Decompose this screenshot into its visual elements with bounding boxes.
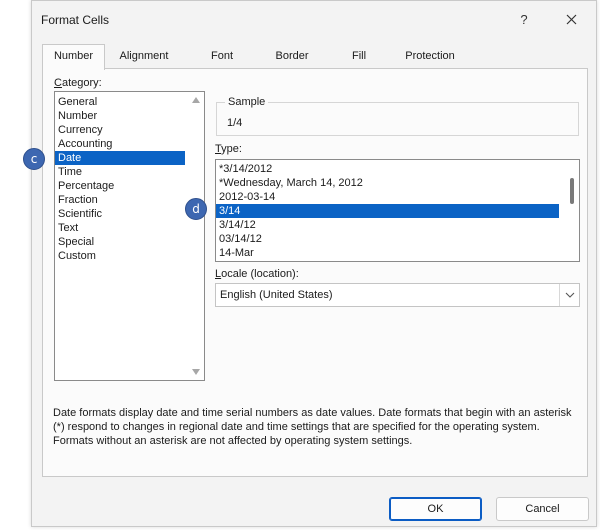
scroll-up-arrow-icon[interactable] <box>192 97 200 103</box>
list-item[interactable]: 2012-03-14 <box>216 190 559 204</box>
dropdown-button[interactable] <box>559 284 579 306</box>
list-item[interactable]: 14-Mar <box>216 246 559 260</box>
list-item[interactable]: 03/14/12 <box>216 232 559 246</box>
sample-group: 1/4 <box>216 102 579 136</box>
list-item[interactable]: Text <box>55 221 185 235</box>
list-item-selected[interactable]: 3/14 <box>216 204 559 218</box>
list-item[interactable]: *3/14/2012 <box>216 162 559 176</box>
list-item[interactable]: Special <box>55 235 185 249</box>
type-label: Type: <box>215 143 242 155</box>
locale-label: Locale (location): <box>215 268 299 280</box>
close-icon <box>566 14 576 25</box>
tab-number[interactable]: Number <box>42 44 105 70</box>
category-list[interactable]: General Number Currency Accounting Date … <box>54 91 205 381</box>
scroll-down-arrow-icon[interactable] <box>192 369 200 375</box>
tab-font[interactable]: Font <box>192 45 252 68</box>
tab-fill[interactable]: Fill <box>334 45 384 68</box>
list-item[interactable]: Custom <box>55 249 185 263</box>
list-item[interactable]: Percentage <box>55 179 185 193</box>
category-label: Category: <box>54 77 102 89</box>
locale-value: English (United States) <box>220 289 333 301</box>
list-item[interactable]: 3/14/12 <box>216 218 559 232</box>
callout-marker-c: c <box>23 148 45 170</box>
help-button[interactable]: ? <box>510 7 538 33</box>
title-bar: Format Cells ? <box>32 1 596 39</box>
type-scrollbar-thumb[interactable] <box>570 178 574 204</box>
list-item[interactable]: Number <box>55 109 185 123</box>
sample-label: Sample <box>225 96 269 108</box>
list-item[interactable]: Accounting <box>55 137 185 151</box>
tab-protection[interactable]: Protection <box>392 45 468 68</box>
ok-button[interactable]: OK <box>389 497 482 521</box>
format-description: Date formats display date and time seria… <box>53 407 572 447</box>
list-item[interactable]: *Wednesday, March 14, 2012 <box>216 176 559 190</box>
chevron-down-icon <box>565 292 575 298</box>
number-tab-panel: Category: General Number Currency Accoun… <box>42 68 588 477</box>
type-list[interactable]: *3/14/2012 *Wednesday, March 14, 2012 20… <box>215 159 580 262</box>
dialog-title: Format Cells <box>41 13 110 27</box>
list-item[interactable]: General <box>55 95 185 109</box>
locale-dropdown[interactable]: English (United States) <box>215 283 580 307</box>
callout-marker-d: d <box>185 198 207 220</box>
list-item[interactable]: Scientific <box>55 207 185 221</box>
list-item[interactable]: Currency <box>55 123 185 137</box>
format-cells-dialog: Format Cells ? Number Alignment Font Bor… <box>31 0 597 527</box>
list-item[interactable]: Time <box>55 165 185 179</box>
sample-value: 1/4 <box>227 117 243 129</box>
cancel-button[interactable]: Cancel <box>496 497 589 521</box>
close-button[interactable] <box>557 7 585 33</box>
tab-alignment[interactable]: Alignment <box>108 45 180 68</box>
list-item-selected[interactable]: Date <box>55 151 185 165</box>
tab-border[interactable]: Border <box>260 45 324 68</box>
list-item[interactable]: Fraction <box>55 193 185 207</box>
